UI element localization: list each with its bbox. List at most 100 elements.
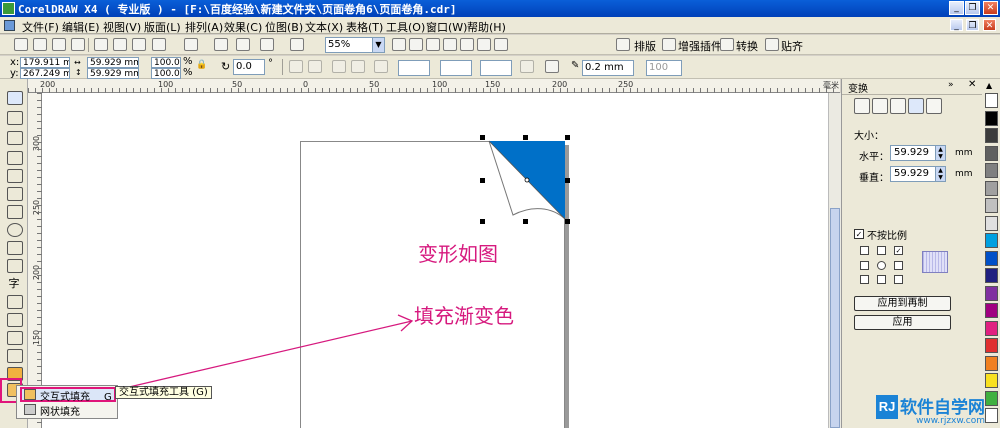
menu-window[interactable]: 窗口(W): [426, 19, 467, 35]
palette-swatch[interactable]: [985, 128, 998, 143]
smart-fill-tool-icon[interactable]: [3, 185, 25, 202]
flyout-item-mesh-fill[interactable]: 网状填充: [20, 404, 116, 419]
horizontal-spinner[interactable]: ▲ ▼: [936, 145, 946, 161]
palette-swatch[interactable]: [985, 338, 998, 353]
palette-swatch[interactable]: [985, 110, 998, 126]
ellipse-tool-icon[interactable]: [3, 221, 25, 238]
combine-icon[interactable]: [374, 60, 388, 73]
palette-swatch[interactable]: [985, 303, 998, 318]
nonproportional-checkbox[interactable]: ✓: [854, 229, 864, 239]
paste-icon[interactable]: [132, 38, 146, 51]
anchor-middle-right[interactable]: [894, 261, 903, 270]
menu-layout[interactable]: 版面(L): [144, 19, 181, 35]
menu-table[interactable]: 表格(T): [346, 19, 383, 35]
basic-shapes-tool-icon[interactable]: [3, 257, 25, 274]
object-height-field[interactable]: 59.929 mm: [87, 68, 139, 79]
palette-swatch[interactable]: [985, 320, 998, 336]
apply-button[interactable]: 应用: [854, 315, 951, 330]
scale-y-field[interactable]: 100.0: [151, 68, 181, 79]
rotation-angle-field[interactable]: 0.0: [233, 59, 265, 75]
application-launcher-icon[interactable]: [260, 38, 274, 51]
menu-tools[interactable]: 工具(O): [386, 19, 425, 35]
open-icon[interactable]: [33, 38, 47, 51]
flyout-item-interactive-fill[interactable]: 交互式填充 G: [20, 387, 116, 403]
save-icon[interactable]: [52, 38, 66, 51]
enhance-plugin-button[interactable]: 增强插件: [678, 38, 722, 54]
skew-icon[interactable]: [926, 98, 942, 114]
palette-swatch[interactable]: [985, 233, 998, 248]
polygon-tool-icon[interactable]: [3, 239, 25, 256]
anchor-top-left[interactable]: [860, 246, 869, 255]
zoom-out-icon[interactable]: [409, 38, 423, 51]
palette-scroll-up-icon[interactable]: ▲: [986, 81, 992, 90]
convert-button[interactable]: 转换: [736, 38, 758, 54]
zoom-selected-icon[interactable]: [426, 38, 440, 51]
close-curve-icon[interactable]: [520, 60, 534, 73]
restore-button[interactable]: ❐: [965, 1, 980, 15]
zoom-page-icon[interactable]: [460, 38, 474, 51]
undo-icon[interactable]: [152, 38, 166, 51]
doc-restore-button[interactable]: ❐: [966, 19, 979, 31]
rectangle-tool-icon[interactable]: [3, 203, 25, 220]
horizontal-size-field[interactable]: 59.929: [890, 145, 936, 161]
node-tool-icon-2[interactable]: [351, 60, 365, 73]
convert-icon[interactable]: [720, 38, 734, 51]
typeset-icon[interactable]: [616, 38, 630, 51]
anchor-bottom-right[interactable]: [894, 275, 903, 284]
welcome-screen-icon[interactable]: [290, 38, 304, 51]
anchor-top-right[interactable]: ✓: [894, 246, 903, 255]
x-position-field[interactable]: 179.911 mm: [20, 57, 70, 68]
anchor-center[interactable]: [877, 261, 886, 270]
minimize-button[interactable]: _: [949, 1, 964, 15]
drawing-canvas[interactable]: 变形如图 填充渐变色: [42, 93, 828, 428]
redo-icon[interactable]: [184, 38, 198, 51]
palette-swatch[interactable]: [985, 373, 998, 388]
menu-edit[interactable]: 编辑(E): [62, 19, 100, 35]
typeset-button[interactable]: 排版: [634, 38, 656, 54]
outline-width-select[interactable]: 0.2 mm: [582, 60, 634, 76]
eyedropper-tool-icon[interactable]: [3, 329, 25, 346]
scrollbar-thumb[interactable]: [830, 208, 840, 428]
palette-swatch[interactable]: [985, 355, 998, 371]
scale-mirror-icon[interactable]: [890, 98, 906, 114]
doc-minimize-button[interactable]: _: [950, 19, 963, 31]
menu-file[interactable]: 文件(F): [22, 19, 59, 35]
freehand-tool-icon[interactable]: [3, 167, 25, 184]
scale-x-field[interactable]: 100.0: [151, 57, 181, 68]
apply-to-duplicate-button[interactable]: 应用到再制: [854, 296, 951, 311]
menu-view[interactable]: 视图(V): [103, 19, 141, 35]
new-document-icon[interactable]: [14, 38, 28, 51]
outline-tool-icon[interactable]: [3, 347, 25, 364]
close-button[interactable]: ✕: [983, 1, 998, 15]
import-icon[interactable]: [214, 38, 228, 51]
lock-ratio-icon[interactable]: 🔒: [196, 60, 207, 70]
palette-swatch[interactable]: [985, 163, 998, 178]
zoom-height-icon[interactable]: [494, 38, 508, 51]
shape-tool-icon[interactable]: [3, 109, 25, 126]
zoom-all-icon[interactable]: [443, 38, 457, 51]
value-field[interactable]: 100: [646, 60, 682, 76]
zoom-width-icon[interactable]: [477, 38, 491, 51]
line-style-select[interactable]: [440, 60, 472, 76]
wrap-text-icon[interactable]: [545, 60, 559, 73]
docker-close-icon[interactable]: ✕: [968, 79, 976, 90]
palette-swatch[interactable]: [985, 198, 998, 213]
interactive-blend-tool-icon[interactable]: [3, 311, 25, 328]
object-width-field[interactable]: 59.929 mm: [87, 57, 139, 68]
y-position-field[interactable]: 267.249 mm: [20, 68, 70, 79]
palette-swatch[interactable]: [985, 250, 998, 266]
doc-close-button[interactable]: ✕: [983, 19, 996, 31]
pick-tool-icon[interactable]: [3, 89, 25, 106]
export-icon[interactable]: [236, 38, 250, 51]
menu-effects[interactable]: 效果(C): [224, 19, 262, 35]
chevron-down-icon[interactable]: ▼: [372, 38, 384, 52]
anchor-bottom-left[interactable]: [860, 275, 869, 284]
size-icon[interactable]: [908, 98, 924, 114]
cut-icon[interactable]: [94, 38, 108, 51]
menu-bitmaps[interactable]: 位图(B): [265, 19, 303, 35]
mirror-horizontal-icon[interactable]: [289, 60, 303, 73]
anchor-bottom-center[interactable]: [877, 275, 886, 284]
palette-swatch[interactable]: [985, 268, 998, 283]
menu-arrange[interactable]: 排列(A): [185, 19, 223, 35]
table-tool-icon[interactable]: [3, 293, 25, 310]
